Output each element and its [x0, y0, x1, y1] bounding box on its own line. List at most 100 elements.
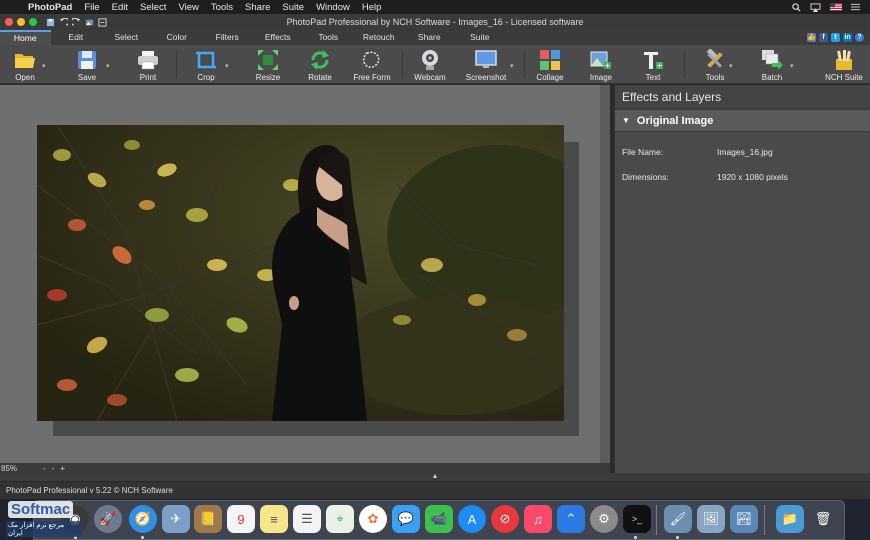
save-button[interactable]: Save: [69, 45, 105, 84]
launchpad-icon[interactable]: 🚀: [94, 505, 122, 533]
facebook-icon[interactable]: f: [819, 33, 828, 42]
zoom-out-button[interactable]: -: [40, 464, 49, 473]
zoom-window-button[interactable]: [29, 18, 37, 26]
reminders-icon[interactable]: ☰: [293, 505, 321, 533]
webcam-icon: [419, 49, 441, 71]
menu-view[interactable]: View: [172, 2, 204, 13]
notes-icon[interactable]: ≡: [260, 505, 288, 533]
free-form-button[interactable]: Free Form: [350, 45, 394, 84]
file-name-row: File Name: Images_16.jpg: [615, 138, 870, 163]
news-icon[interactable]: ⊘: [491, 505, 519, 533]
facetime-icon[interactable]: 📹: [425, 505, 453, 533]
tools-dropdown-icon[interactable]: ▾: [729, 62, 733, 70]
menu-edit[interactable]: Edit: [106, 2, 134, 13]
original-image-section[interactable]: ▼ Original Image: [615, 110, 870, 132]
image-viewer-icon[interactable]: 🖼: [697, 505, 725, 533]
airplay-icon[interactable]: [810, 2, 821, 12]
screenshot-dropdown-icon[interactable]: ▾: [510, 62, 514, 70]
rotate-button[interactable]: Rotate: [302, 45, 338, 84]
running-indicator: [676, 536, 679, 539]
flag-us-icon[interactable]: [830, 3, 842, 11]
text-button[interactable]: Text: [636, 45, 670, 84]
open-dropdown-icon[interactable]: ▾: [42, 62, 46, 70]
calendar-icon[interactable]: 9: [227, 505, 255, 533]
minimize-window-button[interactable]: [17, 18, 25, 26]
linkedin-icon[interactable]: in: [843, 33, 852, 42]
window-controls: [0, 18, 37, 26]
menu-select[interactable]: Select: [134, 2, 172, 13]
terminal-icon[interactable]: >_: [623, 505, 651, 533]
nch-suite-button[interactable]: NCH Suite: [822, 45, 866, 84]
collage-button[interactable]: Collage: [531, 45, 569, 84]
quick-redo-icon[interactable]: [71, 17, 81, 27]
print-button[interactable]: Print: [131, 45, 165, 84]
collage-icon: [539, 49, 561, 71]
system-preferences-icon[interactable]: ⚙: [590, 505, 618, 533]
safari-icon[interactable]: 🧭: [129, 505, 157, 533]
music-icon[interactable]: ♫: [524, 505, 552, 533]
menu-app-name[interactable]: PhotoPad: [22, 2, 78, 13]
search-icon[interactable]: [792, 2, 801, 12]
preview-icon[interactable]: 🏞: [730, 505, 758, 533]
watermark-brand: Softmac: [8, 501, 74, 518]
maps-icon[interactable]: ⌖: [326, 505, 354, 533]
tab-home[interactable]: Home: [0, 30, 51, 45]
menu-help[interactable]: Help: [356, 2, 388, 13]
panel-splitter-grip[interactable]: ▲: [0, 473, 870, 481]
twitter-icon[interactable]: t: [831, 33, 840, 42]
app-store-icon[interactable]: A: [458, 505, 486, 533]
tab-retouch[interactable]: Retouch: [354, 30, 405, 45]
close-window-button[interactable]: [5, 18, 13, 26]
crop-button[interactable]: Crop: [188, 45, 224, 84]
photopad-dock-icon[interactable]: 🖌: [664, 505, 692, 533]
messages-icon[interactable]: 💬: [392, 505, 420, 533]
image-button[interactable]: Image: [584, 45, 618, 84]
file-name-value: Images_16.jpg: [717, 147, 773, 157]
menu-window[interactable]: Window: [310, 2, 356, 13]
floppy-disk-icon: [76, 49, 98, 71]
save-dropdown-icon[interactable]: ▾: [106, 62, 110, 70]
tab-share[interactable]: Share: [404, 30, 455, 45]
tab-edit[interactable]: Edit: [51, 30, 102, 45]
resize-button[interactable]: Resize: [250, 45, 286, 84]
screenshot-button[interactable]: Screenshot: [463, 45, 509, 84]
webcam-button[interactable]: Webcam: [411, 45, 449, 84]
like-icon[interactable]: 👍: [807, 33, 816, 42]
photos-icon[interactable]: ✿: [359, 505, 387, 533]
tab-select[interactable]: Select: [101, 30, 152, 45]
tab-tools[interactable]: Tools: [303, 30, 354, 45]
status-bar: PhotoPad Professional v 5.22 © NCH Softw…: [0, 481, 870, 499]
preview-photos-icon[interactable]: ✈: [162, 505, 190, 533]
quick-save-icon[interactable]: [45, 17, 55, 27]
folder-icon: [14, 49, 36, 71]
quick-undo-icon[interactable]: [58, 17, 68, 27]
batch-dropdown-icon[interactable]: ▾: [790, 62, 794, 70]
quick-image-icon[interactable]: [84, 17, 94, 27]
open-button[interactable]: Open: [8, 45, 42, 84]
notebook-icon[interactable]: 📒: [194, 505, 222, 533]
macos-dock: ◉ 🚀 🧭 ✈ 📒 9 ≡ ☰ ⌖ ✿ 💬 📹 A ⊘ ♫ ⌃ ⚙ >_ 🖌 🖼…: [33, 500, 845, 540]
tab-suite[interactable]: Suite: [455, 30, 506, 45]
menu-share[interactable]: Share: [239, 2, 276, 13]
softmac-watermark: Softmac مرجع نرم افزار مک ایران: [2, 500, 82, 537]
zoom-in-button[interactable]: +: [57, 464, 68, 473]
downloads-folder-icon[interactable]: 📁: [776, 505, 804, 533]
canvas-area[interactable]: [0, 85, 610, 463]
quick-export-icon[interactable]: [97, 17, 107, 27]
crop-dropdown-icon[interactable]: ▾: [225, 62, 229, 70]
collapse-triangle-icon[interactable]: ▼: [622, 116, 630, 125]
menu-tools[interactable]: Tools: [205, 2, 239, 13]
list-menu-icon[interactable]: [851, 3, 860, 11]
tab-filters[interactable]: Filters: [202, 30, 253, 45]
batch-button[interactable]: Batch: [754, 45, 790, 84]
trash-icon[interactable]: 🗑: [809, 505, 837, 533]
tab-color[interactable]: Color: [152, 30, 203, 45]
photo-canvas[interactable]: [37, 125, 564, 421]
toolbar-separator: [524, 50, 525, 79]
canvas-vertical-scrollbar[interactable]: [600, 85, 610, 463]
help-icon[interactable]: ?: [855, 33, 864, 42]
menu-file[interactable]: File: [78, 2, 105, 13]
tab-effects[interactable]: Effects: [253, 30, 304, 45]
menu-suite[interactable]: Suite: [276, 2, 310, 13]
xcode-store-icon[interactable]: ⌃: [557, 505, 585, 533]
